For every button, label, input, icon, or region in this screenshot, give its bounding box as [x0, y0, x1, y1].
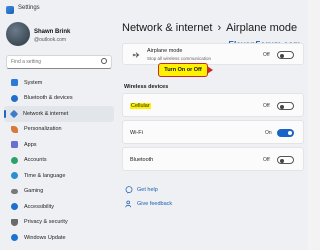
- airplane-mode-card: Airplane mode Stop all wireless communic…: [122, 43, 304, 65]
- cellular-row: Cellular Off: [122, 93, 304, 117]
- sidebar-item-network-internet[interactable]: Network & internet: [4, 106, 114, 122]
- give-feedback-link[interactable]: Give feedback: [137, 201, 172, 207]
- bluetooth-label: Bluetooth: [130, 157, 154, 163]
- airplane-mode-description: Stop all wireless communication: [147, 56, 212, 61]
- sidebar-item-label: Apps: [24, 141, 37, 148]
- sidebar-item-accessibility[interactable]: Accessibility: [4, 199, 114, 215]
- sidebar-item-time-language[interactable]: Time & language: [4, 168, 114, 184]
- bluetooth-toggle[interactable]: [277, 156, 294, 164]
- title-bar: Settings: [0, 0, 308, 20]
- settings-app-icon: [6, 6, 14, 14]
- avatar[interactable]: [6, 22, 30, 46]
- sidebar-item-system[interactable]: System: [4, 75, 114, 91]
- callout-pointer: [207, 66, 213, 74]
- airplane-mode-state: Off: [263, 52, 270, 58]
- sidebar-item-label: Accounts: [24, 157, 47, 164]
- sidebar-item-personalization[interactable]: Personalization: [4, 122, 114, 138]
- user-name: Shawn Brink: [34, 29, 71, 35]
- toggle-knob: [280, 158, 284, 163]
- bluetooth-icon: [11, 94, 18, 102]
- search-input[interactable]: [11, 57, 95, 66]
- sidebar-item-label: Time & language: [24, 172, 66, 179]
- sidebar-item-label: Network & internet: [23, 110, 69, 117]
- sidebar-item-label: Gaming: [24, 188, 44, 195]
- system-icon: [11, 79, 18, 87]
- update-icon: [11, 234, 18, 242]
- airplane-mode-label: Airplane mode: [147, 48, 183, 54]
- toggle-knob: [280, 104, 284, 109]
- bluetooth-state: Off: [263, 157, 270, 163]
- search-icon[interactable]: [101, 58, 107, 64]
- accounts-icon: [11, 156, 18, 164]
- toggle-knob: [288, 131, 292, 135]
- sidebar-item-label: Personalization: [24, 126, 62, 133]
- sidebar-item-bluetooth-devices[interactable]: Bluetooth & devices: [4, 91, 114, 107]
- breadcrumb-separator: ›: [217, 22, 222, 34]
- gaming-icon: [11, 188, 18, 194]
- sidebar-item-apps[interactable]: Apps: [4, 137, 114, 153]
- sidebar-item-label: Privacy & security: [24, 219, 68, 226]
- wifi-state: On: [265, 130, 272, 136]
- accessibility-icon: [11, 203, 18, 211]
- brush-icon: [11, 125, 18, 133]
- breadcrumb: Network & internet › Airplane mode: [122, 22, 297, 34]
- breadcrumb-parent[interactable]: Network & internet: [122, 22, 212, 34]
- cellular-state: Off: [263, 103, 270, 109]
- apps-icon: [11, 141, 18, 149]
- sidebar-item-privacy-security[interactable]: Privacy & security: [4, 215, 114, 231]
- wifi-label: Wi-Fi: [130, 130, 143, 136]
- wifi-toggle[interactable]: [277, 129, 294, 137]
- sidebar: Shawn Brink @outlook.com System Bluetoot…: [0, 20, 118, 250]
- sidebar-item-label: Bluetooth & devices: [24, 95, 73, 102]
- settings-window: Settings Shawn Brink @outlook.com System…: [0, 0, 308, 250]
- annotation-callout: Turn On or Off: [158, 63, 208, 77]
- cellular-toggle[interactable]: [277, 102, 294, 110]
- sidebar-item-label: System: [24, 79, 43, 86]
- cellular-label: Cellular: [130, 103, 151, 109]
- sidebar-item-label: Accessibility: [24, 203, 54, 210]
- wifi-row: Wi-Fi On: [122, 120, 304, 144]
- wireless-devices-heading: Wireless devices: [124, 84, 169, 90]
- sidebar-item-windows-update[interactable]: Windows Update: [4, 230, 114, 246]
- search-box[interactable]: [6, 55, 112, 69]
- clock-icon: [11, 172, 18, 180]
- sidebar-item-accounts[interactable]: Accounts: [4, 153, 114, 169]
- help-icon: [125, 186, 133, 194]
- shield-icon: [11, 218, 18, 226]
- airplane-mode-toggle[interactable]: [277, 51, 294, 59]
- feedback-icon: [125, 200, 131, 208]
- sidebar-item-gaming[interactable]: Gaming: [4, 184, 114, 200]
- sidebar-nav: System Bluetooth & devices Network & int…: [4, 75, 114, 246]
- user-email: @outlook.com: [34, 37, 67, 43]
- get-help-link[interactable]: Get help: [137, 187, 158, 193]
- toggle-knob: [280, 53, 284, 58]
- window-title: Settings: [18, 5, 40, 11]
- bluetooth-row: Bluetooth Off: [122, 147, 304, 171]
- airplane-icon: [132, 52, 140, 58]
- page-title: Airplane mode: [226, 22, 298, 34]
- network-icon: [9, 109, 19, 118]
- sidebar-item-label: Windows Update: [24, 234, 66, 241]
